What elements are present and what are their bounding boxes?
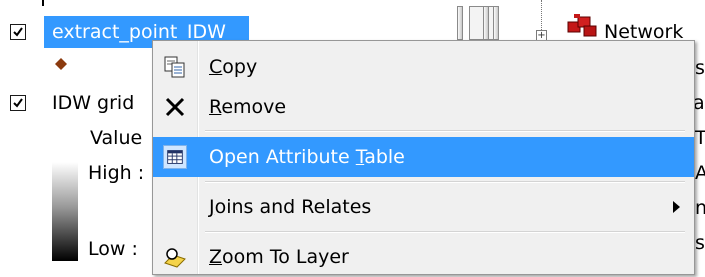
clipped-text: n bbox=[695, 197, 705, 219]
clipped-text: s bbox=[695, 232, 705, 254]
menu-item-copy[interactable]: Copy bbox=[153, 47, 694, 87]
menu-item-open-attribute-table[interactable]: Open Attribute Table bbox=[153, 137, 694, 177]
zoom-to-layer-icon bbox=[164, 248, 186, 268]
copy-icon bbox=[164, 56, 185, 78]
menu-separator bbox=[205, 130, 685, 132]
menu-item-label: Open Attribute Table bbox=[209, 146, 405, 168]
remove-x-icon bbox=[165, 97, 185, 117]
checkmark-icon bbox=[13, 27, 23, 37]
menu-separator bbox=[205, 181, 685, 183]
clipped-text: s bbox=[695, 57, 705, 79]
menu-item-label: Remove bbox=[209, 96, 287, 118]
menu-item-joins-and-relates[interactable]: Joins and Relates bbox=[153, 187, 694, 227]
layer-visibility-checkbox[interactable] bbox=[10, 24, 26, 40]
layer-name-label[interactable]: IDW grid bbox=[52, 91, 134, 115]
legend-high-label: High : bbox=[88, 162, 145, 184]
menu-item-label: Joins and Relates bbox=[209, 196, 372, 218]
menu-separator bbox=[205, 231, 685, 233]
checkmark-icon bbox=[13, 98, 23, 108]
clipped-text: T bbox=[695, 127, 705, 149]
attribute-table-icon bbox=[163, 145, 187, 169]
menu-item-label: Copy bbox=[209, 56, 258, 78]
tree-line bbox=[541, 0, 543, 30]
submenu-arrow-icon bbox=[673, 201, 680, 213]
menu-item-remove[interactable]: Remove bbox=[153, 87, 694, 127]
legend-color-ramp bbox=[52, 162, 78, 261]
legend-field-label: Value bbox=[90, 127, 143, 149]
menu-item-label: Zoom To Layer bbox=[209, 246, 349, 268]
legend-low-label: Low : bbox=[88, 238, 138, 260]
network-dataset-icon bbox=[567, 14, 597, 37]
menu-item-zoom-to-layer[interactable]: Zoom To Layer bbox=[153, 237, 694, 277]
tree-line-fragment bbox=[42, 0, 44, 6]
layer-context-menu: Copy Remove Open Attribute Table Joins a… bbox=[152, 40, 695, 275]
point-symbol-icon bbox=[55, 58, 67, 70]
toolbar-grip bbox=[457, 6, 507, 40]
layer-visibility-checkbox[interactable] bbox=[10, 95, 26, 111]
clipped-text: A bbox=[695, 162, 705, 184]
